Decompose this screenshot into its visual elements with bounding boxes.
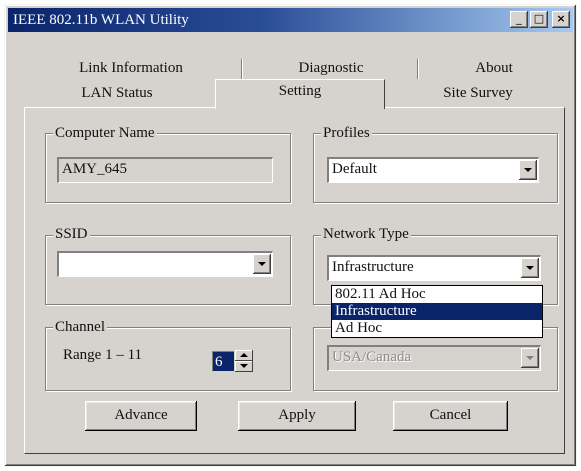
- tab-label: About: [475, 60, 513, 76]
- chevron-down-icon[interactable]: [521, 258, 539, 278]
- tab-label: Setting: [278, 83, 322, 99]
- chevron-down-icon[interactable]: [253, 254, 271, 274]
- channel-spinner[interactable]: [235, 350, 253, 372]
- country-dropdown: USA/Canada: [327, 345, 541, 371]
- channel-label: Channel: [53, 319, 107, 335]
- network-type-value: Infrastructure: [332, 259, 414, 275]
- network-type-option[interactable]: Ad Hoc: [332, 320, 542, 337]
- spin-up-icon[interactable]: [235, 350, 253, 361]
- tab-label: Diagnostic: [298, 60, 364, 76]
- tab-label: LAN Status: [81, 85, 153, 101]
- computer-name-label: Computer Name: [53, 125, 157, 141]
- tab-diagnostic[interactable]: Diagnostic: [241, 57, 419, 81]
- title-bar[interactable]: IEEE 802.11b WLAN Utility _ □ ×: [8, 8, 573, 32]
- tab-separator: [241, 59, 243, 79]
- tab-separator: [417, 59, 419, 79]
- cancel-button[interactable]: Cancel: [393, 401, 508, 431]
- country-value: USA/Canada: [332, 349, 412, 365]
- window-title: IEEE 802.11b WLAN Utility: [13, 11, 189, 28]
- apply-button[interactable]: Apply: [238, 401, 356, 431]
- utility-window: IEEE 802.11b WLAN Utility _ □ × Link Inf…: [4, 4, 577, 467]
- network-type-options-list[interactable]: 802.11 Ad Hoc Infrastructure Ad Hoc: [331, 285, 543, 338]
- close-icon[interactable]: ×: [552, 11, 570, 28]
- tab-label: Site Survey: [443, 85, 513, 101]
- channel-range-text: Range 1 – 11: [63, 347, 143, 363]
- window-controls: _ □ ×: [510, 11, 570, 28]
- profiles-label: Profiles: [321, 125, 372, 141]
- tab-label: Link Information: [79, 60, 183, 76]
- channel-spinner-value[interactable]: 6: [212, 351, 234, 371]
- tab-setting[interactable]: Setting: [215, 79, 385, 109]
- tab-link-information[interactable]: Link Information: [21, 57, 241, 81]
- ssid-label: SSID: [53, 226, 90, 242]
- maximize-icon[interactable]: □: [530, 11, 548, 28]
- tab-site-survey[interactable]: Site Survey: [387, 82, 569, 106]
- spin-down-icon[interactable]: [235, 361, 253, 372]
- chevron-down-icon[interactable]: [519, 160, 537, 180]
- network-type-label: Network Type: [321, 226, 411, 242]
- advance-button[interactable]: Advance: [85, 401, 197, 431]
- profiles-value: Default: [332, 161, 377, 177]
- network-type-option-selected[interactable]: Infrastructure: [332, 303, 542, 320]
- computer-name-field: AMY_645: [57, 157, 273, 183]
- ssid-combobox[interactable]: [57, 251, 273, 277]
- profiles-dropdown[interactable]: Default: [327, 157, 539, 183]
- tab-lan-status[interactable]: LAN Status: [23, 82, 211, 106]
- tab-about[interactable]: About: [417, 57, 569, 81]
- network-type-option[interactable]: 802.11 Ad Hoc: [332, 286, 542, 303]
- minimize-icon[interactable]: _: [510, 11, 528, 28]
- network-type-dropdown[interactable]: Infrastructure: [327, 255, 541, 281]
- chevron-down-icon: [521, 348, 539, 368]
